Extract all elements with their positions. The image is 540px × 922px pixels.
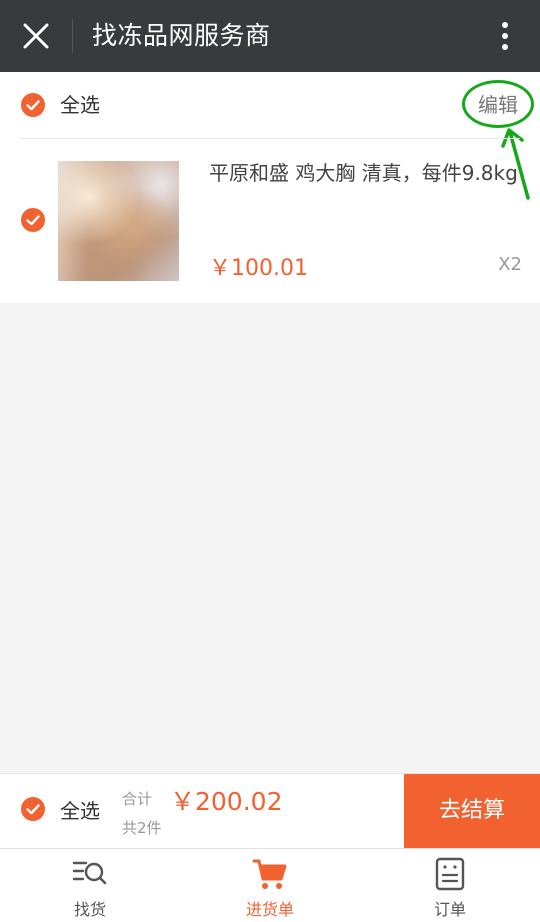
tab-orders[interactable]: 订单 [360, 849, 540, 922]
select-all-checkbox-bottom[interactable] [21, 797, 45, 821]
more-menu-button[interactable] [490, 18, 520, 54]
search-list-icon [72, 861, 107, 885]
product-quantity: X2 [498, 254, 522, 275]
tab-find-goods[interactable]: 找货 [0, 849, 180, 922]
close-button[interactable] [18, 18, 54, 54]
product-price: ￥100.01 [209, 256, 308, 281]
product-name[interactable]: 平原和盛 鸡大胸 清真，每件9.8kg [209, 157, 521, 189]
page-title: 找冻品网服务商 [92, 21, 271, 50]
tab-bar: 找货 进货单 订单 [0, 848, 540, 922]
checkout-button[interactable]: 去结算 [404, 774, 540, 848]
check-icon [26, 215, 40, 226]
select-all-label-bottom: 全选 [60, 799, 100, 823]
product-image[interactable] [58, 161, 179, 281]
cart-icon [252, 859, 287, 889]
total-label: 合计 [122, 790, 153, 808]
select-all-row: 全选 编辑 [0, 72, 540, 200]
check-icon [26, 100, 40, 111]
select-all-label: 全选 [60, 93, 100, 117]
header-divider [72, 19, 73, 53]
check-icon [26, 804, 40, 815]
order-doc-icon [435, 857, 465, 891]
tab-label: 进货单 [245, 900, 294, 919]
item-checkbox[interactable] [21, 208, 45, 232]
annotation-circle [462, 80, 534, 128]
more-vertical-icon [502, 22, 508, 50]
checkout-bar: 全选 合计 ￥200.02 共2件 去结算 [0, 773, 540, 848]
item-count: 共2件 [122, 819, 162, 837]
tab-purchase-list[interactable]: 进货单 [180, 849, 360, 922]
total-amount: ￥200.02 [170, 787, 283, 816]
select-all-checkbox[interactable] [21, 93, 45, 117]
top-bar: 找冻品网服务商 [0, 0, 540, 72]
tab-label: 找货 [73, 900, 106, 919]
row-divider [20, 138, 520, 139]
tab-label: 订单 [433, 900, 466, 919]
close-icon [23, 23, 49, 49]
